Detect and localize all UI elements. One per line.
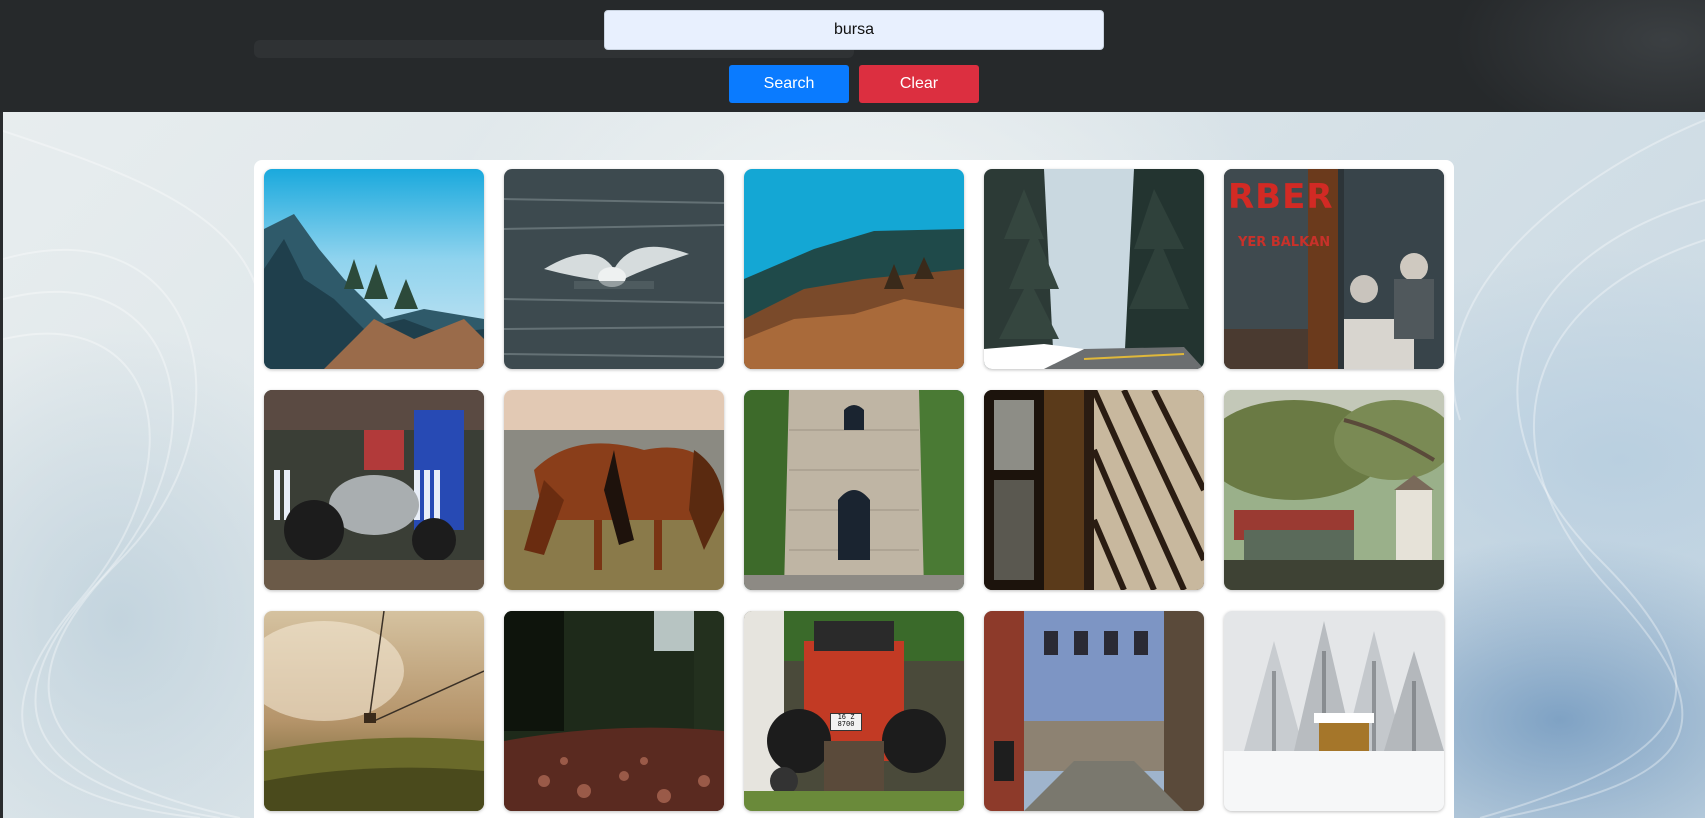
seagull-image <box>504 169 724 369</box>
gallery-image-red-tractor[interactable]: 16 Z 8700 <box>744 611 964 811</box>
header-decoration <box>1285 0 1705 112</box>
license-plate-text: 16 Z 8700 <box>830 713 862 731</box>
forest-path-image <box>504 611 724 811</box>
gallery-image-village-square[interactable] <box>1224 390 1444 590</box>
gallery-image-snowy-road[interactable] <box>984 169 1204 369</box>
cable-car-image <box>264 611 484 811</box>
village-square-image <box>1224 390 1444 590</box>
gallery-image-cable-car[interactable] <box>264 611 484 811</box>
gallery-image-forest-path[interactable] <box>504 611 724 811</box>
snowy-road-image <box>984 169 1204 369</box>
image-grid: RBER YER BALKAN 16 Z 8700 <box>264 169 1444 811</box>
forested-slope-image <box>744 169 964 369</box>
red-tractor-image <box>744 611 964 811</box>
gallery-image-mountain-panorama[interactable] <box>264 169 484 369</box>
gallery-image-clock-tower[interactable] <box>744 390 964 590</box>
window-edge <box>0 0 3 818</box>
clear-button[interactable]: Clear <box>859 65 979 103</box>
gallery-image-forested-slope[interactable] <box>744 169 964 369</box>
gallery-image-horses[interactable] <box>504 390 724 590</box>
shadowed-window-image <box>984 390 1204 590</box>
snow-cabin-image <box>1224 611 1444 811</box>
gallery-image-barber-shop[interactable]: RBER YER BALKAN <box>1224 169 1444 369</box>
search-input[interactable] <box>604 10 1104 50</box>
horses-image <box>504 390 724 590</box>
image-gallery: RBER YER BALKAN 16 Z 8700 <box>254 160 1454 818</box>
ottoman-houses-image <box>984 611 1204 811</box>
search-button[interactable]: Search <box>729 65 849 103</box>
old-tractor-image <box>264 390 484 590</box>
barber-sign-text: RBER <box>1228 177 1334 217</box>
gallery-image-shadowed-window[interactable] <box>984 390 1204 590</box>
gallery-image-old-tractor[interactable] <box>264 390 484 590</box>
gallery-image-ottoman-houses[interactable] <box>984 611 1204 811</box>
barber-sign-subtext: YER BALKAN <box>1238 235 1331 250</box>
clock-tower-image <box>744 390 964 590</box>
mountain-panorama-image <box>264 169 484 369</box>
gallery-image-snow-cabin[interactable] <box>1224 611 1444 811</box>
gallery-image-seagull[interactable] <box>504 169 724 369</box>
header-bar: Search Clear <box>0 0 1705 112</box>
